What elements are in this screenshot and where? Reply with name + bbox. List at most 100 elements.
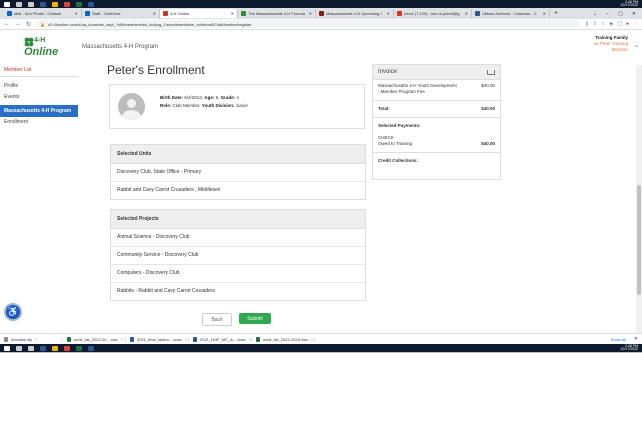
avatar-body [122,110,141,120]
chevron-up-icon[interactable]: ^ [121,337,123,342]
chevron-up-icon[interactable]: ^ [249,337,251,342]
sidebar-item-profile[interactable]: Profile [0,81,78,92]
folder-icon[interactable] [52,345,58,351]
download-item[interactable]: 4honline.zip ^ [4,336,63,342]
invoice-item: Massachusetts 4-H Youth Development - Me… [373,80,500,98]
key-icon[interactable]: ⚷ [585,21,589,27]
back-button[interactable]: Back [202,313,232,326]
windows-icon[interactable] [4,345,10,351]
search-icon[interactable] [16,1,22,7]
chrome-icon[interactable] [64,1,70,7]
sidebar-item-program[interactable]: Massachusetts 4-H Program [0,105,78,117]
role-label: Role: [160,103,172,108]
clock[interactable]: 2:48 PM 10/17/2022 [620,344,638,352]
clock[interactable]: 2:46 PM 10/17/2022 [620,0,638,8]
close-icon[interactable]: ✕ [543,11,546,16]
tab-4h-online[interactable]: 4-H Online ✕ [160,9,238,18]
close-window-icon[interactable]: ✕ [632,11,636,17]
taskbar-top: 2:46 PM 10/17/2022 [0,0,642,8]
download-item[interactable]: ucnit_list_2022-20....xlsx ^ [67,336,126,342]
extension-icon[interactable]: ◈ [609,21,613,27]
close-icon[interactable]: ✕ [231,11,234,16]
url-field[interactable]: 🔒 v2.4honline.com/#/ua_hours/str_cript_?x… [36,20,581,28]
chevron-up-icon[interactable]: ^ [311,337,313,342]
total-label: Total: [378,106,390,111]
tab-onedrive[interactable]: Staff - OneDrive ✕ [82,9,160,18]
new-tab-button[interactable]: + [550,10,562,17]
sidebar-item-member-list[interactable]: Member List [0,65,78,77]
close-icon[interactable]: ✕ [465,11,468,16]
tab-upcoming[interactable]: Massachusetts 4-H Upcoming I ✕ [316,9,394,18]
outlook-icon [7,11,12,16]
logo-text-top: 4-H [34,37,46,44]
word-file-icon [193,336,197,342]
show-all-link[interactable]: Show all [611,337,630,342]
maximize-icon[interactable]: ▢ [618,11,623,17]
browser-tab-bar: Mail - Kim Pimell - Outlook ✕ Staff - One… [0,8,642,19]
close-icon[interactable]: ✕ [75,11,78,16]
scrollbar-thumb[interactable] [637,185,641,295]
project-row: Community Service - Discovery Club [111,247,365,265]
total-amount: $40.00 [481,106,495,111]
birth-value: 6/4/2013, [184,95,204,100]
units-header: Selected Units [111,145,365,164]
sidebar-item-events[interactable]: Events [0,92,78,103]
tab-calendar[interactable]: UMass Amherst - Calendar - C ✕ [472,9,550,18]
excel-icon[interactable] [76,1,82,7]
birth-label: Birth Date: [160,95,184,100]
search-icon[interactable] [16,345,22,351]
menu-icon[interactable]: ⋮ [633,21,638,27]
chrome-icon[interactable] [64,345,70,351]
windows-icon[interactable] [4,1,10,7]
task-view-icon[interactable] [28,1,34,7]
sidebar-item-enrollment[interactable]: Enrollment [0,117,78,128]
excel-file-icon [256,336,260,342]
reload-icon[interactable]: ↻ [26,21,31,28]
chevron-up-icon[interactable]: ^ [185,337,187,342]
download-item[interactable]: 2021_HOF_MC_&....docx ^ [193,336,252,342]
forward-arrow-icon[interactable]: → [15,21,21,27]
edge-icon[interactable] [40,1,46,7]
task-view-icon[interactable] [28,345,34,351]
tab-label: Staff - OneDrive [92,11,121,16]
download-item[interactable]: 2021_final_radion....docx ^ [130,336,189,342]
lock-icon: 🔒 [40,21,46,27]
accessibility-icon[interactable]: ♿ [4,303,22,321]
invoice-header: Invoice [373,65,500,80]
window-controls: ⌄ − ▢ ✕ [593,11,642,17]
4h-online-logo[interactable]: H 4-H Online [24,37,58,59]
ma4h-icon [319,11,324,16]
excel-icon[interactable] [76,345,82,351]
close-icon[interactable]: ✕ [634,336,638,342]
close-icon[interactable]: ✕ [153,11,156,16]
age-value: 9, [215,95,220,100]
account-menu[interactable]: Training Family as Peter Training Member [588,35,628,53]
chevron-up-icon[interactable]: ^ [35,337,37,342]
4h-icon [163,11,168,16]
word-icon[interactable] [88,1,94,7]
tab-mail[interactable]: Mail - Kim Pimell - Outlook ✕ [4,9,82,18]
address-bar: ← → ↻ 🔒 v2.4honline.com/#/ua_hours/str_cr… [0,19,642,30]
tab-foundation[interactable]: The Massachusetts 4-H Founda ✕ [238,9,316,18]
invoice-item-label: Massachusetts 4-H Youth Development - Me… [378,83,457,94]
download-item[interactable]: ucnit_list_2022-2023.xlsx ^ [256,336,315,342]
tab-inbox[interactable]: Inbox (7,129) - kim.m.pimell@g ✕ [394,9,472,18]
star-icon[interactable]: ☆ [601,21,605,27]
folder-icon[interactable] [52,1,58,7]
scrollbar[interactable] [636,65,642,343]
profile-icon[interactable]: ● [626,21,629,27]
edge-icon[interactable] [40,345,46,351]
submit-button[interactable]: Submit [239,313,271,324]
chevron-down-icon[interactable]: ⌄ [634,42,639,49]
back-arrow-icon[interactable]: ← [4,21,10,27]
minimize-icon[interactable]: − [606,11,609,17]
tab-search-icon[interactable]: ⌄ [593,11,597,17]
close-icon[interactable]: ✕ [309,11,312,16]
credit-label: Credit Collections: [378,158,419,163]
close-icon[interactable]: ✕ [387,11,390,16]
gmail-icon [397,11,402,16]
sidepanel-icon[interactable]: ▢ [617,21,622,27]
share-icon[interactable]: ⇪ [593,21,597,27]
word-icon[interactable] [88,345,94,351]
tab-label: Inbox (7,129) - kim.m.pimell@g [404,11,460,16]
